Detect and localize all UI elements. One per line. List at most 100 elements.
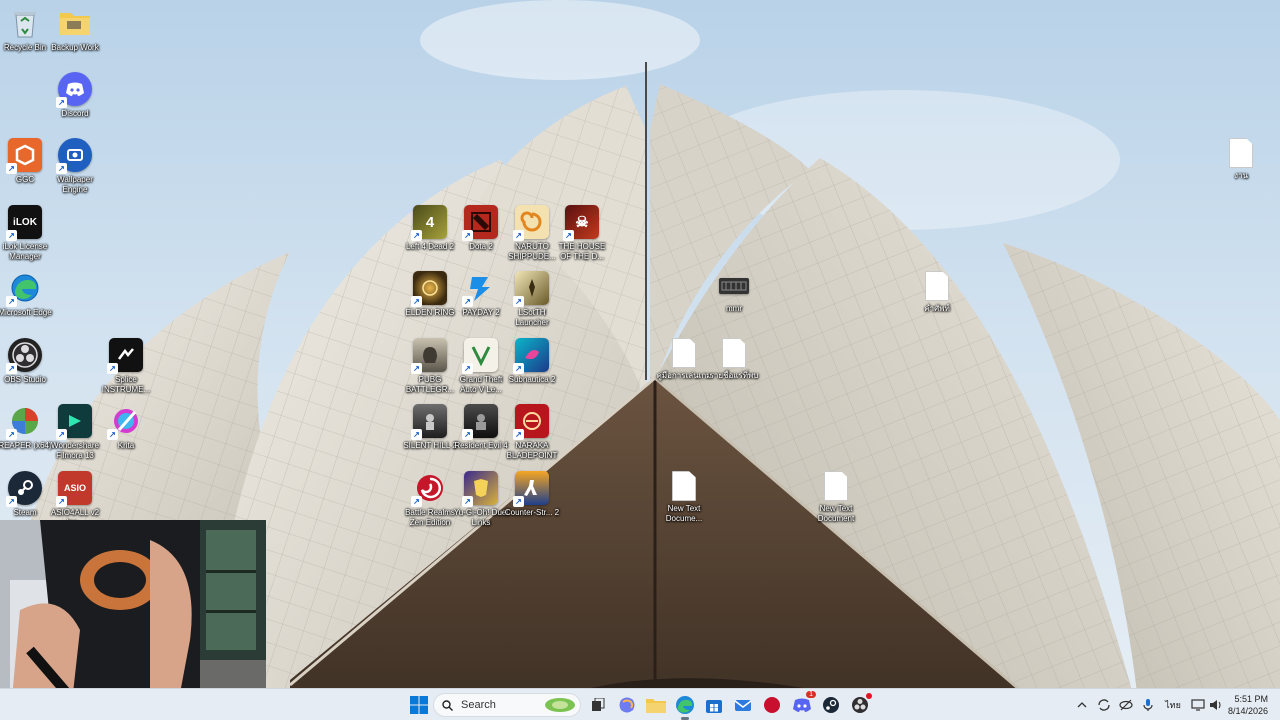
- naraka-icon: ↗: [513, 404, 549, 440]
- desktop-icon-file-topright[interactable]: งาน: [1212, 138, 1270, 181]
- desktop-icon-gta[interactable]: ↗ Grand Theft Auto V Le...: [452, 338, 510, 395]
- taskbar-obs[interactable]: [848, 693, 872, 717]
- discord-icon: ↗: [56, 72, 92, 108]
- folder-icon: [58, 6, 92, 40]
- desktop-icon-subnautica[interactable]: ↗ Subnautica 2: [503, 338, 561, 385]
- desktop-icon-label: Wallpaper Engine: [57, 175, 93, 194]
- desktop-icon-ilok[interactable]: iLOK ↗ iLok License Manager: [0, 205, 54, 262]
- clock-date: 8/14/2026: [1227, 706, 1268, 716]
- desktop-icon-l4d2[interactable]: 4 ↗ Left 4 Dead 2: [401, 205, 459, 252]
- taskbar-recorder[interactable]: [760, 693, 784, 717]
- tray-microphone[interactable]: [1138, 693, 1158, 717]
- desktop-icon-text-doc-1[interactable]: New Text Docume...: [655, 471, 713, 524]
- text-file-icon: [672, 338, 696, 368]
- tray-volume[interactable]: [1206, 693, 1226, 717]
- desktop-icon-file-thai-3[interactable]: คำศัพท์: [908, 271, 966, 314]
- desktop-icon-label: งาน: [1234, 171, 1248, 180]
- start-button[interactable]: [407, 693, 431, 717]
- mmr-file-icon: [719, 278, 749, 294]
- record-icon: [764, 697, 780, 713]
- desktop-icon-cs2[interactable]: ↗ Counter-Str... 2: [503, 471, 561, 518]
- taskbar-store[interactable]: [702, 693, 726, 717]
- battle-realms-icon: ↗: [411, 471, 447, 507]
- desktop-icon-label: Yu-Gi-Oh! Duel Links: [453, 508, 509, 527]
- taskbar-clock[interactable]: 5:51 PM 8/14/2026: [1228, 693, 1268, 717]
- desktop-icon-label: Left 4 Dead 2: [405, 242, 455, 251]
- task-view-icon: [592, 698, 605, 711]
- desktop-icon-label: NARAKA BLADEPOINT: [506, 441, 558, 460]
- desktop-icon-resident-evil[interactable]: ↗ Resident Evil 4: [452, 404, 510, 451]
- desktop-icon-label: iLok License Manager: [2, 242, 48, 261]
- desktop-icon-dota2[interactable]: ↗ Dota 2: [452, 205, 510, 252]
- counter-strike-icon: ↗: [513, 471, 549, 507]
- eye-off-icon: [1119, 699, 1133, 711]
- desktop-icon-filmora[interactable]: ↗ Wondershare Filmora 13: [46, 404, 104, 461]
- desktop-icon-elden[interactable]: ↗ ELDEN RING: [401, 271, 459, 318]
- desktop-icon-pubg[interactable]: ↗ PUBG BATTLEGR...: [401, 338, 459, 395]
- edge-icon: [676, 696, 694, 714]
- discord-icon: [793, 698, 811, 712]
- tray-network-off[interactable]: [1116, 693, 1136, 717]
- desktop-icon-krita[interactable]: ↗ Krita: [97, 404, 155, 451]
- desktop-icon-payday[interactable]: ↗ PAYDAY 2: [452, 271, 510, 318]
- desktop-icon-battle-realms[interactable]: ↗ Battle Realms Zen Edition: [401, 471, 459, 528]
- desktop-icon-file-thai-2[interactable]: รายชื่อแร่ที่พบ: [705, 338, 763, 381]
- tray-language[interactable]: ไทย: [1162, 693, 1184, 717]
- taskbar-copilot[interactable]: [615, 693, 639, 717]
- desktop-icon-silent-hill[interactable]: ↗ SILENT HILL 2: [401, 404, 459, 451]
- edge-icon: ↗: [6, 271, 42, 307]
- desktop-icon-label: Battle Realms Zen Edition: [405, 508, 455, 527]
- desktop-icon-label: PAYDAY 2: [462, 308, 500, 317]
- copilot-icon: [619, 697, 635, 713]
- ilok-icon: iLOK ↗: [6, 205, 42, 241]
- taskbar-file-explorer[interactable]: [644, 693, 668, 717]
- chevron-up-icon: [1077, 702, 1087, 708]
- text-file-icon: [925, 271, 949, 301]
- desktop-icon-mmr[interactable]: mmr: [705, 278, 763, 314]
- tray-display[interactable]: [1188, 693, 1208, 717]
- taskbar-discord[interactable]: 1: [790, 691, 816, 717]
- gta-icon: ↗: [462, 338, 498, 374]
- tray-overflow-button[interactable]: [1072, 693, 1092, 717]
- mail-icon: [734, 700, 752, 711]
- desktop-icon-edge[interactable]: ↗ Microsoft Edge: [0, 271, 54, 318]
- subnautica-icon: ↗: [513, 338, 549, 374]
- steam-icon: ↗: [6, 471, 42, 507]
- recycle-bin-icon: [8, 6, 42, 40]
- taskbar-search-box[interactable]: Search: [433, 693, 581, 717]
- pubg-icon: ↗: [411, 338, 447, 374]
- steam-icon: [823, 697, 839, 713]
- taskbar-outlook[interactable]: [731, 693, 755, 717]
- sync-icon: [1098, 699, 1110, 711]
- desktop-icon-text-doc-2[interactable]: New Text Document: [807, 471, 865, 524]
- desktop-icon-label: Backup Work: [51, 43, 99, 52]
- desktop-icon-label: SILENT HILL 2: [403, 441, 457, 450]
- tray-sync[interactable]: [1094, 693, 1114, 717]
- krita-icon: ↗: [107, 404, 143, 440]
- desktop-icon-wallpaper-engine[interactable]: ↗ Wallpaper Engine: [46, 138, 104, 195]
- desktop-icon-splice[interactable]: ↗ Splice INSTRUME...: [97, 338, 155, 395]
- yugioh-icon: ↗: [462, 471, 498, 507]
- text-file-icon: [824, 471, 848, 501]
- desktop-icon-obs[interactable]: ↗ OBS Studio: [0, 338, 54, 385]
- desktop-icon-discord[interactable]: ↗ Discord: [46, 72, 104, 119]
- taskbar: Search 1 ไทย 5:51 PM 8/14/2026: [0, 688, 1280, 720]
- desktop-icon-label: Subnautica 2: [508, 375, 556, 384]
- store-icon: [706, 700, 722, 713]
- desktop-icon-lotr[interactable]: ↗ LSotTH Launcher: [503, 271, 561, 328]
- desktop-icon-label: LSotTH Launcher: [515, 308, 549, 327]
- desktop-icon-house-dead[interactable]: ☠ ↗ THE HOUSE OF THE D...: [553, 205, 611, 262]
- desktop-icon-label: mmr: [726, 304, 742, 313]
- desktop-icon-label: Wondershare Filmora 13: [51, 441, 99, 460]
- taskbar-task-view[interactable]: [586, 693, 610, 717]
- reaper-icon: ↗: [6, 404, 42, 440]
- house-of-the-dead-icon: ☠ ↗: [563, 205, 599, 241]
- desktop-icon-label: Discord: [61, 109, 89, 118]
- desktop-icon-naraka[interactable]: ↗ NARAKA BLADEPOINT: [503, 404, 561, 461]
- text-file-icon: [722, 338, 746, 368]
- taskbar-edge[interactable]: [673, 693, 697, 720]
- text-file-icon: [672, 471, 696, 501]
- taskbar-steam[interactable]: [819, 693, 843, 717]
- desktop-icon-yugioh[interactable]: ↗ Yu-Gi-Oh! Duel Links: [452, 471, 510, 528]
- desktop-icon-backup-folder[interactable]: Backup Work: [46, 6, 104, 53]
